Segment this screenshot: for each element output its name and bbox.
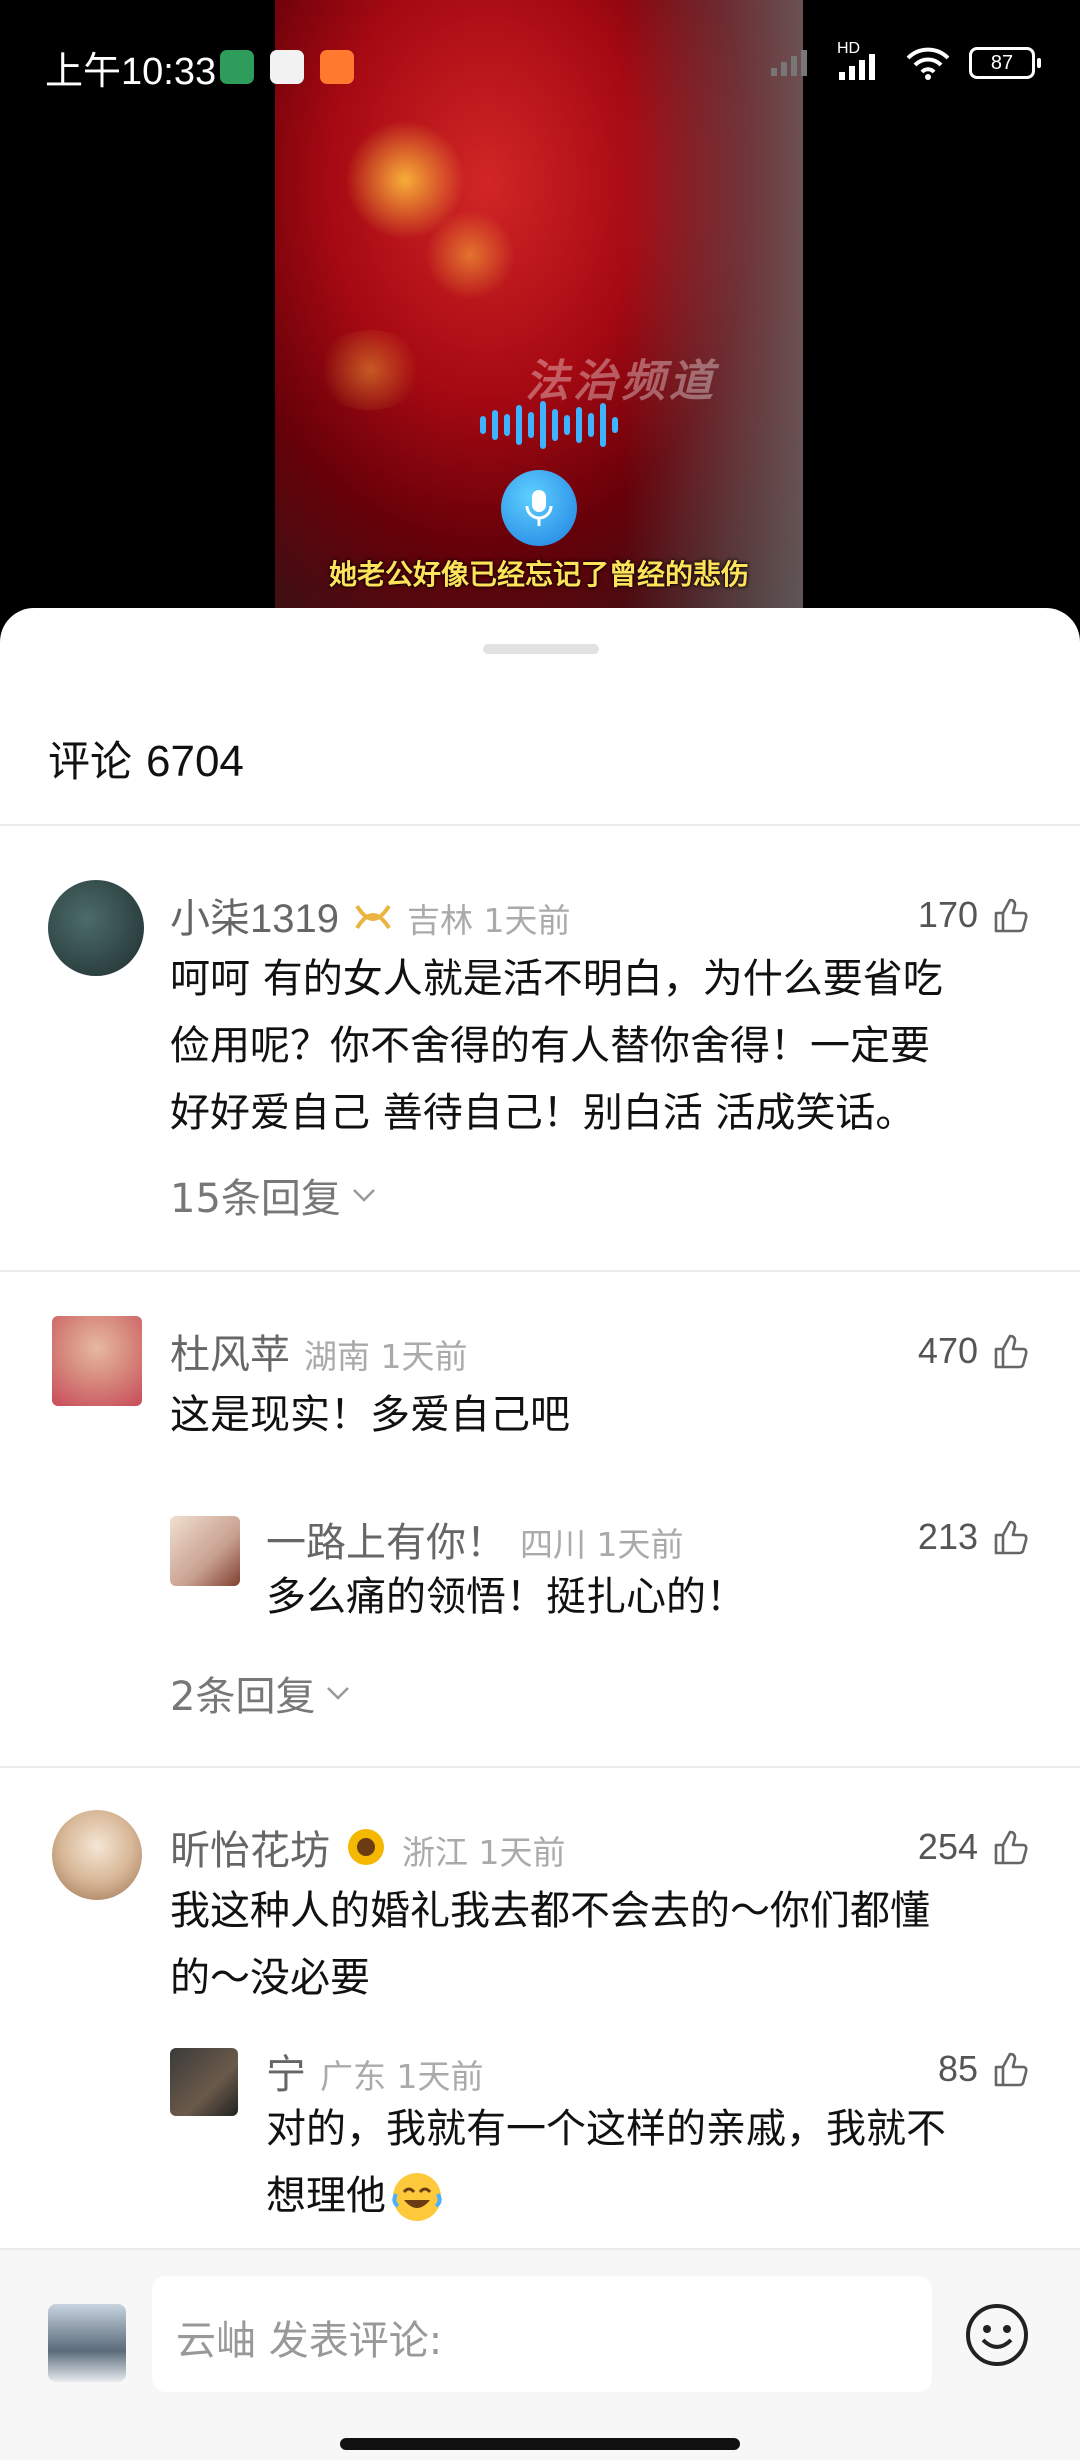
divider [0, 1766, 1080, 1768]
battery-indicator: 87 [969, 47, 1041, 79]
status-bar: 上午10:33 HD 87 [0, 38, 1080, 98]
comments-title: 评论 [48, 737, 133, 786]
like-count: 170 [917, 894, 978, 935]
sunflower-icon [348, 1829, 384, 1865]
like-button[interactable]: 170 [918, 894, 1030, 936]
comments-sheet: 评论 6704 小柒1319 吉林 1天前 170 呵呵 有的女人就是活不明白，为… [0, 608, 1080, 2460]
reply-text-line: 想理他 [266, 2173, 386, 2219]
comments-count: 6704 [146, 737, 244, 786]
avatar[interactable] [170, 2048, 238, 2116]
status-time: 上午10:33 [45, 51, 217, 93]
reply-text-line: 对的，我就有一个这样的亲戚，我就不 [266, 2106, 946, 2152]
microphone-icon [525, 490, 553, 526]
crying-laughing-emoji-icon [392, 2172, 442, 2221]
comment-text-line: 的～没必要 [170, 1955, 370, 2001]
comment-input[interactable]: 云岫 发表评论: [152, 2276, 932, 2392]
status-indicators: HD 87 [769, 40, 1041, 80]
replies-count-label: 15条回复 [170, 1176, 341, 1222]
comment-input-placeholder: 云岫 发表评论: [176, 2318, 443, 2364]
replies-count-label: 2条回复 [170, 1674, 316, 1720]
divider [0, 824, 1080, 826]
app-notification-icon [220, 50, 254, 84]
chevron-down-icon [327, 1687, 350, 1700]
sheet-drag-handle[interactable] [483, 644, 599, 654]
thumbs-up-icon [994, 1830, 1028, 1865]
thumbs-up-icon [994, 1334, 1028, 1369]
wifi-icon [906, 47, 950, 80]
avatar[interactable] [170, 1516, 240, 1586]
thumbs-up-icon [994, 898, 1028, 933]
current-user-avatar[interactable] [48, 2304, 126, 2382]
audio-wave-icon [480, 400, 618, 450]
like-button[interactable]: 470 [918, 1330, 1030, 1372]
like-button[interactable]: 213 [918, 1516, 1030, 1558]
comment-text-line: 俭用呢？你不舍得的有人替你舍得！一定要 [170, 1023, 930, 1069]
comment-text-line: 好好爱自己 善待自己！别白活 活成笑话。 [170, 1090, 916, 1136]
comments-header: 评论 6704 [48, 728, 244, 789]
comment-text-line: 呵呵 有的女人就是活不明白，为什么要省吃 [170, 956, 943, 1002]
vip-badge-icon [355, 904, 391, 930]
app-notification-icon [320, 50, 354, 84]
comment-location-time: 湖南 1天前 [304, 1337, 468, 1376]
reply-location-time: 四川 1天前 [520, 1525, 684, 1564]
reply-location-time: 广东 1天前 [320, 2057, 484, 2096]
avatar[interactable] [48, 880, 144, 976]
voice-mic-button[interactable] [501, 470, 577, 546]
like-count: 254 [917, 1826, 978, 1867]
reply-username[interactable]: 一路上有你！ [266, 1510, 506, 1568]
home-indicator[interactable] [340, 2438, 740, 2450]
reply-username[interactable]: 宁 [266, 2042, 306, 2100]
avatar[interactable] [52, 1316, 142, 1406]
expand-replies-button[interactable]: 2条回复 [170, 1664, 351, 1722]
comment-username[interactable]: 昕怡花坊 [170, 1818, 330, 1876]
comment-username[interactable]: 小柒1319 [170, 886, 339, 944]
comment-input-bar: 云岫 发表评论: [0, 2248, 1080, 2460]
comment-location-time: 浙江 1天前 [402, 1833, 566, 1872]
like-count: 213 [917, 1516, 978, 1557]
expand-replies-button[interactable]: 15条回复 [170, 1166, 377, 1224]
video-subtitle: 她老公好像已经忘记了曾经的悲伤 [328, 558, 749, 591]
like-button[interactable]: 85 [938, 2048, 1030, 2090]
like-button[interactable]: 254 [918, 1826, 1030, 1868]
comment-text: 这是现实！多爱自己吧 [170, 1392, 570, 1438]
thumbs-up-icon [994, 2052, 1028, 2087]
comment-location-time: 吉林 1天前 [406, 901, 571, 940]
comment-username[interactable]: 杜风苹 [170, 1322, 290, 1380]
reply-text: 多么痛的领悟！挺扎心的！ [266, 1574, 746, 1620]
signal-icon [771, 50, 807, 76]
like-count: 85 [937, 2048, 978, 2089]
divider [0, 1270, 1080, 1272]
emoji-icon[interactable] [964, 2302, 1030, 2368]
chevron-down-icon [353, 1189, 375, 1202]
app-notification-icon [270, 50, 304, 84]
comment-text-line: 我这种人的婚礼我去都不会去的～你们都懂 [170, 1888, 930, 1934]
like-count: 470 [917, 1330, 978, 1371]
screen: 法治频道 她老公好像已经忘记了曾经的悲伤 上午10:33 HD 87 评论 67… [0, 0, 1080, 2460]
signal-hd-icon: HD [837, 40, 887, 80]
avatar[interactable] [52, 1810, 142, 1900]
thumbs-up-icon [994, 1520, 1028, 1555]
